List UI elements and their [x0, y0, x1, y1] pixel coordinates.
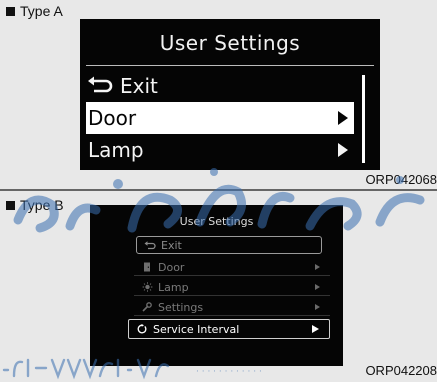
type-a-title-divider	[86, 65, 374, 66]
panel-type-a: Type A User Settings Exit Door Lamp ORP0…	[0, 0, 437, 189]
type-b-screen-title: User Settings	[179, 215, 254, 228]
chevron-right-icon	[338, 111, 348, 125]
lamp-icon	[140, 282, 154, 292]
type-b-menu-item-service-interval[interactable]: Service Interval	[128, 319, 330, 339]
chevron-right-icon	[338, 143, 348, 157]
type-b-label-text: Type B	[20, 197, 64, 213]
type-b-menu-item-label: Service Interval	[153, 322, 240, 336]
type-b-label: Type B	[6, 198, 64, 212]
door-icon	[140, 262, 154, 272]
type-b-menu-item-lamp[interactable]: Lamp	[134, 279, 330, 296]
type-a-menu-item-exit[interactable]: Exit	[86, 70, 354, 102]
type-b-display: User Settings Exit Door Lamp Settings Se…	[90, 205, 343, 366]
type-b-menu-item-label: Exit	[161, 238, 182, 252]
type-a-menu-item-door[interactable]: Door	[86, 102, 354, 134]
type-a-label-text: Type A	[20, 3, 63, 19]
panel-type-b: Type B User Settings Exit Door Lamp Sett…	[0, 191, 437, 382]
type-b-menu-item-settings[interactable]: Settings	[134, 299, 330, 316]
type-a-menu-item-label: Lamp	[88, 138, 144, 162]
type-b-menu-item-label: Lamp	[158, 280, 189, 294]
chevron-right-icon	[312, 325, 319, 333]
type-b-menu-item-label: Door	[158, 260, 185, 274]
bullet-square-icon	[6, 6, 15, 16]
type-b-figure-code: ORP042208	[365, 363, 437, 378]
type-a-scrollbar[interactable]	[362, 75, 365, 163]
return-arrow-icon	[88, 76, 113, 93]
type-a-display: User Settings Exit Door Lamp	[80, 19, 380, 170]
chevron-right-icon	[315, 264, 320, 270]
bullet-square-icon	[6, 200, 15, 210]
chevron-right-icon	[315, 284, 320, 290]
type-b-menu-item-exit[interactable]: Exit	[136, 236, 322, 254]
type-a-menu-item-lamp[interactable]: Lamp	[86, 134, 354, 166]
type-a-menu-item-label: Exit	[120, 74, 158, 98]
type-b-menu-item-label: Settings	[158, 300, 204, 314]
chevron-right-icon	[315, 304, 320, 310]
type-b-menu-item-door[interactable]: Door	[134, 259, 330, 276]
type-a-label: Type A	[6, 4, 63, 18]
wrench-icon	[140, 302, 154, 312]
type-a-figure-code: ORP042068	[365, 172, 437, 187]
type-a-screen-title: User Settings	[159, 31, 301, 55]
service-icon	[135, 324, 149, 334]
type-a-menu-item-label: Door	[88, 106, 137, 130]
return-arrow-icon	[143, 240, 157, 250]
